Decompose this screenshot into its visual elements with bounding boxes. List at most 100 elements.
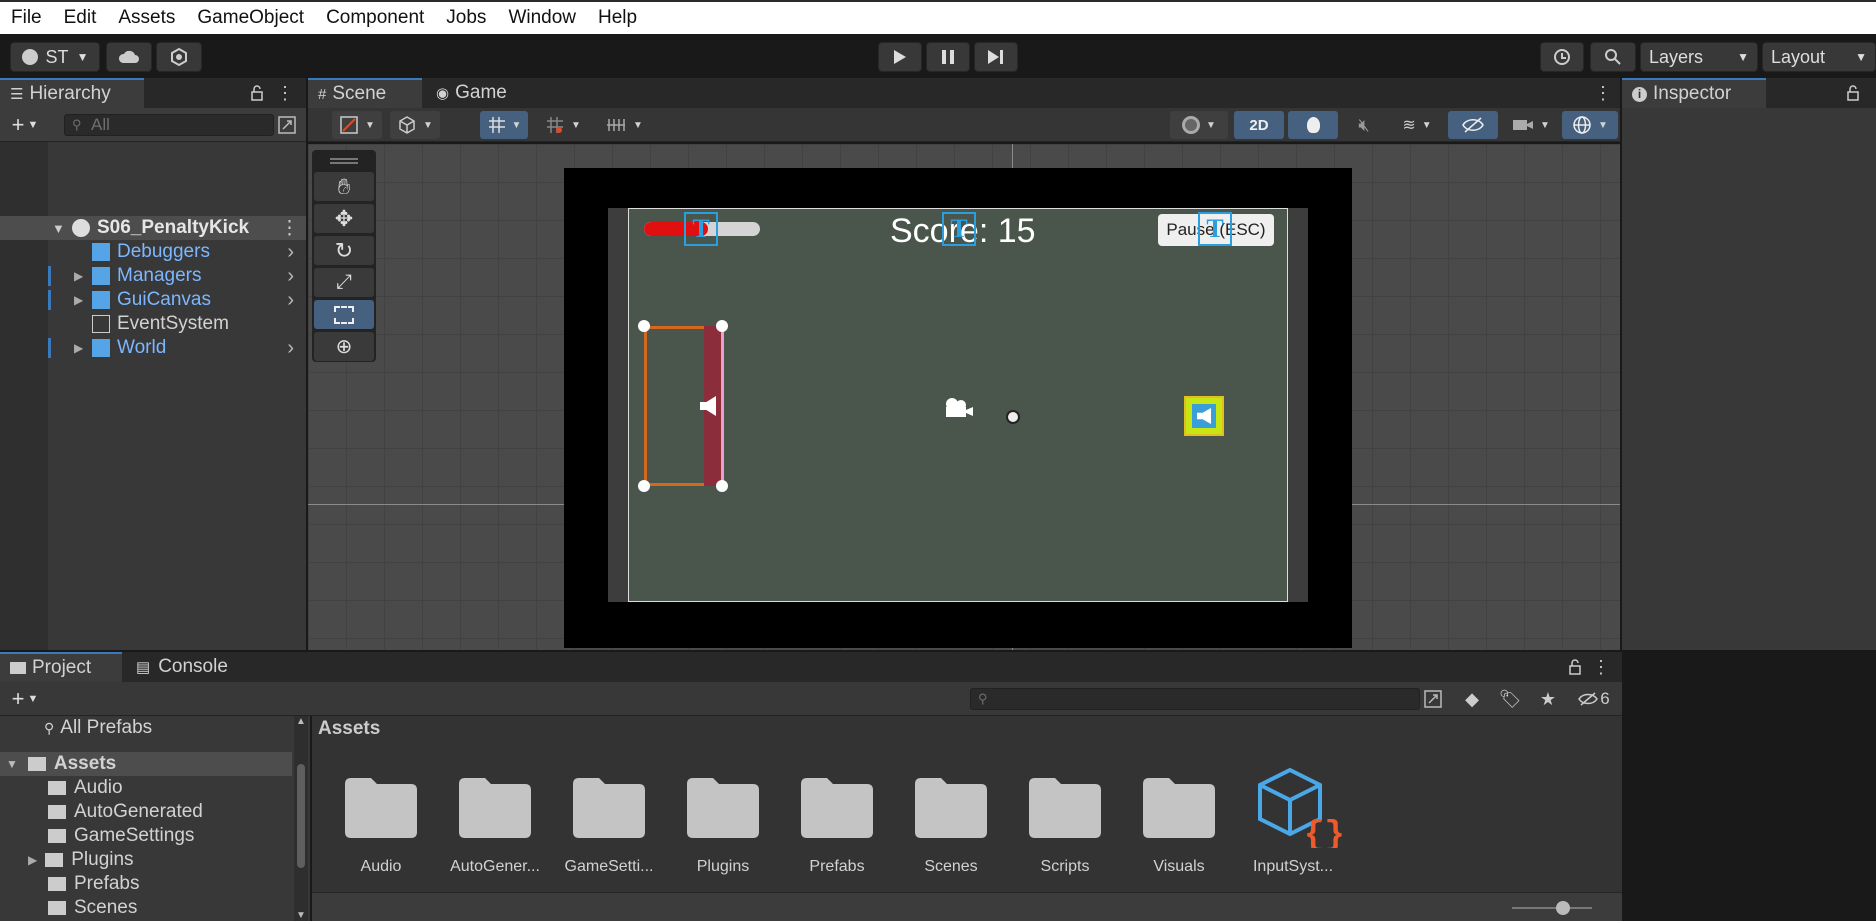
- tree-item-all-prefabs[interactable]: ⚲ All Prefabs: [44, 716, 152, 740]
- scene-row[interactable]: ▼ S06_PenaltyKick ⋮: [0, 216, 306, 240]
- add-object-button[interactable]: + ▼: [6, 112, 44, 138]
- zoom-slider-thumb[interactable]: [1556, 901, 1570, 915]
- tab-hierarchy[interactable]: ☰ Hierarchy: [0, 78, 144, 108]
- ball-object[interactable]: [1006, 410, 1020, 424]
- label-tag-icon[interactable]: 🏷︎: [1496, 686, 1524, 712]
- cube-view-dropdown[interactable]: ▼: [390, 111, 440, 139]
- breadcrumb[interactable]: Assets: [318, 718, 380, 740]
- kebab-menu-icon[interactable]: ⋮: [280, 217, 299, 240]
- menu-edit[interactable]: Edit: [53, 7, 108, 29]
- lighting-toggle[interactable]: [1288, 111, 1338, 139]
- tab-scene[interactable]: # Scene: [308, 78, 422, 108]
- scroll-up-icon[interactable]: ▲: [294, 716, 308, 727]
- grid-snap-toggle[interactable]: ▼: [480, 111, 528, 139]
- rect-tool-button[interactable]: [314, 300, 374, 329]
- tree-item-audio[interactable]: Audio: [48, 776, 123, 800]
- tab-game[interactable]: ◉ Game: [426, 78, 526, 108]
- star-icon[interactable]: ★: [1534, 686, 1562, 712]
- folder-icon: [48, 877, 66, 891]
- project-search-input[interactable]: ⚲: [970, 688, 1420, 710]
- handle-bottom-left[interactable]: [638, 480, 650, 492]
- handle-top-right[interactable]: [716, 320, 728, 332]
- menu-component[interactable]: Component: [315, 7, 435, 29]
- hierarchy-item-guicanvas[interactable]: ▶ GuiCanvas ›: [0, 288, 306, 312]
- layout-dropdown[interactable]: Layout ▼: [1762, 42, 1876, 72]
- expand-arrow-icon[interactable]: ▶: [74, 269, 83, 283]
- align-dropdown[interactable]: ▼: [598, 111, 650, 139]
- kebab-menu-icon[interactable]: ⋮: [1594, 83, 1612, 103]
- expand-arrow-icon[interactable]: ▶: [74, 341, 83, 355]
- hand-tool-button[interactable]: ✋︎: [314, 172, 374, 201]
- tree-item-scenes[interactable]: Scenes: [48, 896, 137, 920]
- lock-icon[interactable]: [248, 84, 266, 102]
- search-options-icon[interactable]: [1422, 688, 1444, 710]
- menu-gameobject[interactable]: GameObject: [186, 7, 315, 29]
- menu-help[interactable]: Help: [587, 7, 648, 29]
- handle-bottom-right[interactable]: [716, 480, 728, 492]
- step-button[interactable]: [974, 42, 1018, 72]
- transform-tool-button[interactable]: ⊕: [314, 332, 374, 361]
- layers-dropdown[interactable]: Layers ▼: [1640, 42, 1758, 72]
- tab-project[interactable]: Project: [0, 652, 122, 682]
- tab-console[interactable]: ▤ Console: [126, 652, 246, 682]
- tree-item-assets[interactable]: ▼ Assets: [0, 752, 292, 776]
- increment-snap-dropdown[interactable]: ▼: [538, 111, 588, 139]
- scene-viewport[interactable]: T Score: 15 T Pause (ESC) T ✋︎ ✥ ↻ ⤢ ⊕: [308, 144, 1620, 650]
- gizmos-dropdown[interactable]: ▼: [1562, 111, 1618, 139]
- create-asset-button[interactable]: + ▼: [6, 686, 44, 712]
- filter-type-icon[interactable]: ◆: [1458, 686, 1486, 712]
- visibility-toggle[interactable]: [1448, 111, 1498, 139]
- draw-mode-dropdown[interactable]: ▼: [332, 111, 382, 139]
- audio-toggle[interactable]: 🔇︎: [1342, 111, 1386, 139]
- chevron-right-icon[interactable]: ›: [287, 265, 294, 288]
- pause-button[interactable]: [926, 42, 970, 72]
- kebab-menu-icon[interactable]: ⋮: [1592, 657, 1610, 677]
- tree-item-gamesettings[interactable]: GameSettings: [48, 824, 194, 848]
- move-tool-button[interactable]: ✥: [314, 204, 374, 233]
- collab-button[interactable]: [156, 42, 202, 72]
- tree-scrollbar[interactable]: ▲ ▼: [294, 716, 308, 921]
- palette-drag-handle[interactable]: [330, 158, 358, 160]
- audio-source-gizmo[interactable]: [1184, 396, 1224, 436]
- cloud-button[interactable]: [106, 42, 152, 72]
- chevron-down-icon: ▼: [1206, 119, 1216, 131]
- lock-icon[interactable]: [1566, 658, 1584, 676]
- account-dropdown[interactable]: ST ▼: [10, 42, 100, 72]
- camera-dropdown[interactable]: ▼: [1504, 111, 1558, 139]
- scroll-down-icon[interactable]: ▼: [294, 910, 308, 921]
- hidden-packages-toggle[interactable]: 6: [1572, 686, 1616, 712]
- chevron-right-icon[interactable]: ›: [287, 241, 294, 264]
- tree-item-plugins[interactable]: ▶ Plugins: [28, 848, 134, 872]
- hierarchy-item-managers[interactable]: ▶ Managers ›: [0, 264, 306, 288]
- shading-dropdown[interactable]: ▼: [1170, 111, 1228, 139]
- scale-tool-button[interactable]: ⤢: [314, 268, 374, 297]
- tree-item-prefabs[interactable]: Prefabs: [48, 872, 139, 896]
- handle-top-left[interactable]: [638, 320, 650, 332]
- menu-jobs[interactable]: Jobs: [435, 7, 497, 29]
- rotate-tool-button[interactable]: ↻: [314, 236, 374, 265]
- kebab-menu-icon[interactable]: ⋮: [276, 83, 294, 103]
- folder-icon: [687, 778, 759, 838]
- 2d-toggle[interactable]: 2D: [1234, 111, 1284, 139]
- zoom-slider-track[interactable]: [1512, 907, 1592, 909]
- search-button[interactable]: [1590, 42, 1636, 72]
- expand-arrow-icon[interactable]: ▶: [74, 293, 83, 307]
- hierarchy-item-eventsystem[interactable]: EventSystem: [0, 312, 306, 336]
- hierarchy-search-input[interactable]: ⚲ All: [64, 114, 274, 136]
- search-icon: ⚲: [44, 719, 55, 736]
- lock-icon[interactable]: [1844, 84, 1862, 102]
- effects-dropdown[interactable]: ≋ ▼: [1390, 111, 1444, 139]
- undo-history-button[interactable]: [1540, 42, 1584, 72]
- menu-assets[interactable]: Assets: [107, 7, 186, 29]
- chevron-right-icon[interactable]: ›: [287, 337, 294, 360]
- chevron-right-icon[interactable]: ›: [287, 289, 294, 312]
- search-options-icon[interactable]: [276, 114, 298, 136]
- play-button[interactable]: [878, 42, 922, 72]
- tree-item-autogenerated[interactable]: AutoGenerated: [48, 800, 203, 824]
- tab-inspector[interactable]: i Inspector: [1622, 78, 1766, 108]
- menu-window[interactable]: Window: [497, 7, 587, 29]
- hierarchy-item-debuggers[interactable]: Debuggers ›: [0, 240, 306, 264]
- hierarchy-item-world[interactable]: ▶ World ›: [0, 336, 306, 360]
- menu-file[interactable]: File: [0, 7, 53, 29]
- scrollbar-thumb[interactable]: [297, 764, 305, 868]
